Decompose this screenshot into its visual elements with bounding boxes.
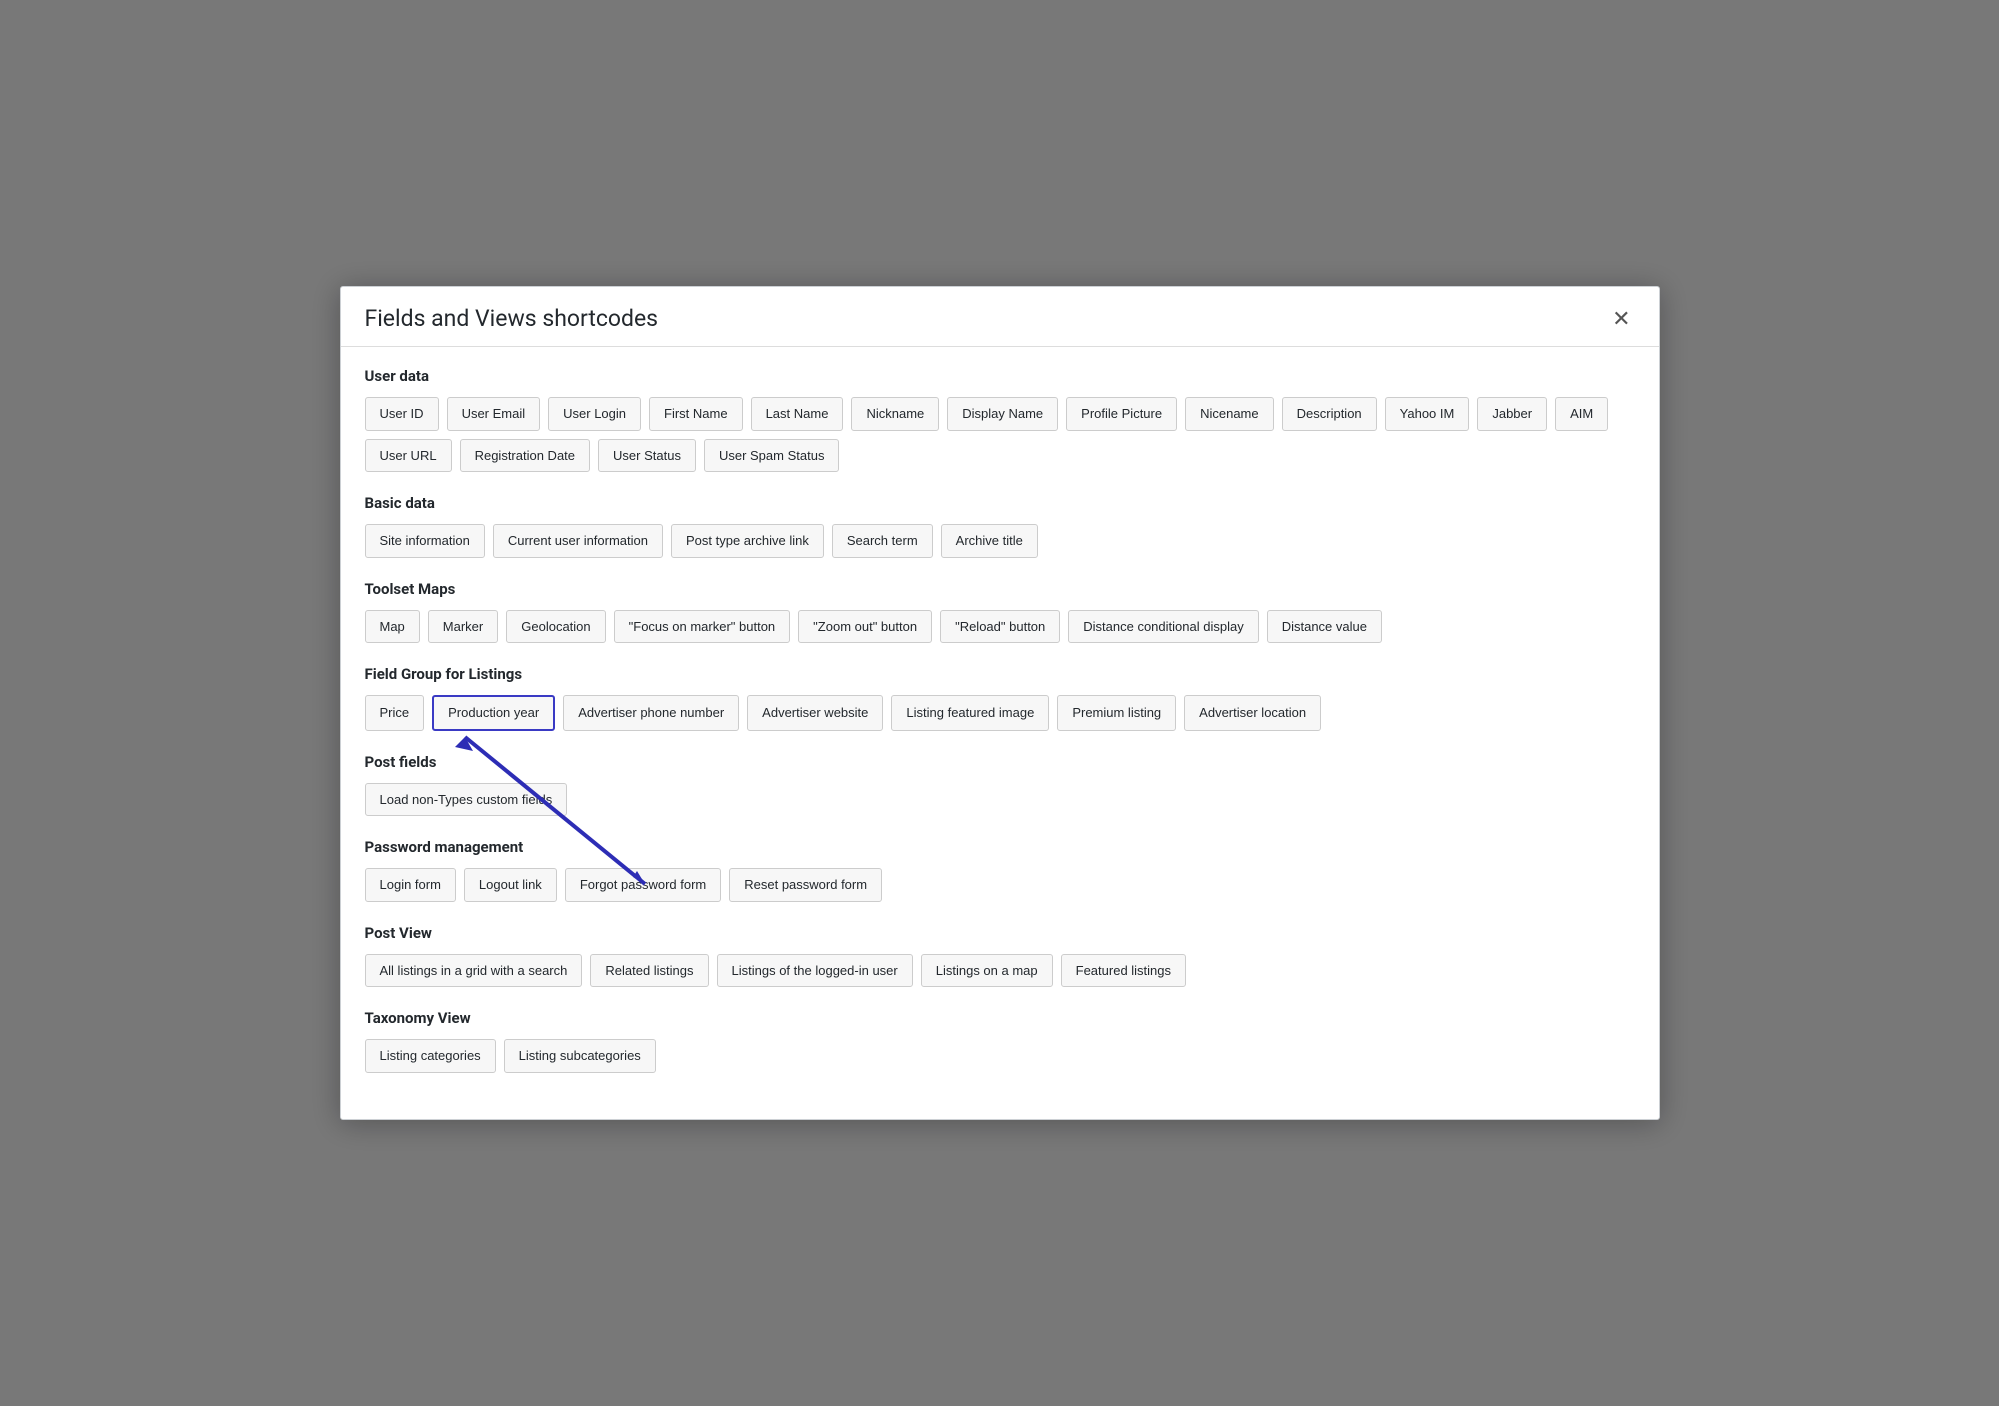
tag-btn-basic-data-1[interactable]: Current user information (493, 524, 663, 558)
tag-btn-user-data-1[interactable]: User Email (447, 397, 541, 431)
tag-btn-field-group-listings-0[interactable]: Price (365, 695, 425, 731)
tag-btn-user-data-10[interactable]: Yahoo IM (1385, 397, 1470, 431)
modal-body: User data User IDUser EmailUser LoginFirs… (341, 347, 1659, 1119)
tag-btn-toolset-maps-3[interactable]: "Focus on marker" button (614, 610, 791, 644)
section-title-post-view: Post View (365, 924, 1635, 942)
tag-btn-basic-data-3[interactable]: Search term (832, 524, 933, 558)
tag-btn-toolset-maps-0[interactable]: Map (365, 610, 420, 644)
tag-btn-field-group-listings-1[interactable]: Production year (432, 695, 555, 731)
btn-group-taxonomy-view: Listing categoriesListing subcategories (365, 1039, 1635, 1073)
btn-group-toolset-maps: MapMarkerGeolocation "Focus on marker" bu… (365, 610, 1635, 644)
tag-btn-taxonomy-view-1[interactable]: Listing subcategories (504, 1039, 656, 1073)
tag-btn-post-view-3[interactable]: Listings on a map (921, 954, 1053, 988)
tag-btn-taxonomy-view-0[interactable]: Listing categories (365, 1039, 496, 1073)
section-title-password-management: Password management (365, 838, 1635, 856)
tag-btn-user-data-4[interactable]: Last Name (751, 397, 844, 431)
modal-close-button[interactable]: ✕ (1608, 308, 1634, 330)
tag-btn-password-management-0[interactable]: Login form (365, 868, 456, 902)
section-password-management: Password management Login formLogout link… (365, 838, 1635, 902)
section-post-fields: Post fields Load non-Types custom fields (365, 753, 1635, 817)
tag-btn-field-group-listings-2[interactable]: Advertiser phone number (563, 695, 739, 731)
section-basic-data: Basic data Site informationCurrent user i… (365, 494, 1635, 558)
section-field-group-listings: Field Group for Listings PriceProduction … (365, 665, 1635, 731)
modal-header: Fields and Views shortcodes ✕ (341, 287, 1659, 347)
tag-btn-user-data-15[interactable]: User Status (598, 439, 696, 473)
tag-btn-user-data-3[interactable]: First Name (649, 397, 743, 431)
arrow-annotation-wrapper: PriceProduction yearAdvertiser phone num… (365, 695, 1635, 731)
tag-btn-basic-data-4[interactable]: Archive title (941, 524, 1038, 558)
tag-btn-toolset-maps-5[interactable]: "Reload" button (940, 610, 1060, 644)
section-taxonomy-view: Taxonomy View Listing categoriesListing s… (365, 1009, 1635, 1073)
tag-btn-basic-data-2[interactable]: Post type archive link (671, 524, 824, 558)
tag-btn-post-fields-0[interactable]: Load non-Types custom fields (365, 783, 568, 817)
tag-btn-toolset-maps-1[interactable]: Marker (428, 610, 498, 644)
btn-group-password-management: Login formLogout linkForgot password for… (365, 868, 1635, 902)
tag-btn-post-view-0[interactable]: All listings in a grid with a search (365, 954, 583, 988)
tag-btn-basic-data-0[interactable]: Site information (365, 524, 485, 558)
tag-btn-user-data-16[interactable]: User Spam Status (704, 439, 840, 473)
tag-btn-toolset-maps-4[interactable]: "Zoom out" button (798, 610, 932, 644)
section-title-field-group-listings: Field Group for Listings (365, 665, 1635, 683)
tag-btn-user-data-8[interactable]: Nicename (1185, 397, 1274, 431)
tag-btn-post-view-1[interactable]: Related listings (590, 954, 708, 988)
tag-btn-post-view-4[interactable]: Featured listings (1061, 954, 1186, 988)
tag-btn-user-data-5[interactable]: Nickname (851, 397, 939, 431)
btn-group-field-group-listings: PriceProduction yearAdvertiser phone num… (365, 695, 1635, 731)
section-post-view: Post View All listings in a grid with a s… (365, 924, 1635, 988)
modal-title: Fields and Views shortcodes (365, 305, 659, 332)
tag-btn-user-data-0[interactable]: User ID (365, 397, 439, 431)
tag-btn-user-data-6[interactable]: Display Name (947, 397, 1058, 431)
tag-btn-password-management-2[interactable]: Forgot password form (565, 868, 721, 902)
tag-btn-user-data-2[interactable]: User Login (548, 397, 641, 431)
tag-btn-toolset-maps-7[interactable]: Distance value (1267, 610, 1382, 644)
btn-group-post-view: All listings in a grid with a searchRela… (365, 954, 1635, 988)
tag-btn-field-group-listings-6[interactable]: Advertiser location (1184, 695, 1321, 731)
tag-btn-field-group-listings-3[interactable]: Advertiser website (747, 695, 883, 731)
tag-btn-password-management-3[interactable]: Reset password form (729, 868, 882, 902)
section-title-user-data: User data (365, 367, 1635, 385)
section-title-post-fields: Post fields (365, 753, 1635, 771)
tag-btn-user-data-13[interactable]: User URL (365, 439, 452, 473)
btn-group-basic-data: Site informationCurrent user information… (365, 524, 1635, 558)
modal: Fields and Views shortcodes ✕ User dataU… (340, 286, 1660, 1120)
tag-btn-toolset-maps-6[interactable]: Distance conditional display (1068, 610, 1258, 644)
tag-btn-user-data-9[interactable]: Description (1282, 397, 1377, 431)
tag-btn-password-management-1[interactable]: Logout link (464, 868, 557, 902)
section-user-data: User data User IDUser EmailUser LoginFirs… (365, 367, 1635, 472)
tag-btn-toolset-maps-2[interactable]: Geolocation (506, 610, 605, 644)
tag-btn-user-data-11[interactable]: Jabber (1477, 397, 1547, 431)
tag-btn-user-data-12[interactable]: AIM (1555, 397, 1608, 431)
tag-btn-post-view-2[interactable]: Listings of the logged-in user (717, 954, 913, 988)
section-toolset-maps: Toolset Maps MapMarkerGeolocation "Focus o… (365, 580, 1635, 644)
tag-btn-user-data-7[interactable]: Profile Picture (1066, 397, 1177, 431)
section-title-basic-data: Basic data (365, 494, 1635, 512)
section-title-taxonomy-view: Taxonomy View (365, 1009, 1635, 1027)
tag-btn-field-group-listings-4[interactable]: Listing featured image (891, 695, 1049, 731)
tag-btn-user-data-14[interactable]: Registration Date (460, 439, 590, 473)
tag-btn-field-group-listings-5[interactable]: Premium listing (1057, 695, 1176, 731)
section-title-toolset-maps: Toolset Maps (365, 580, 1635, 598)
modal-overlay[interactable]: Fields and Views shortcodes ✕ User dataU… (0, 0, 1999, 1406)
btn-group-post-fields: Load non-Types custom fields (365, 783, 1635, 817)
btn-group-user-data: User IDUser EmailUser LoginFirst NameLas… (365, 397, 1635, 472)
